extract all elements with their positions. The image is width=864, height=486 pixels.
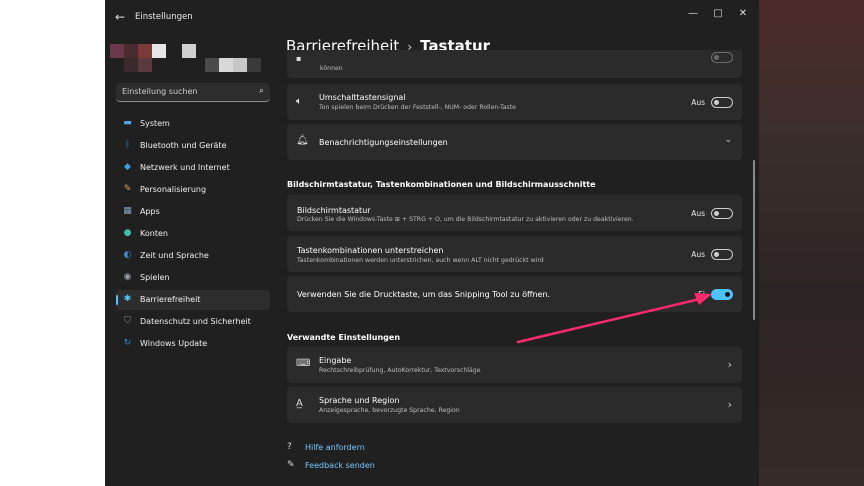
eingabe-title: Eingabe [319,356,352,365]
hilfe-link[interactable]: Hilfe anfordern [305,443,365,452]
card-drucktaste-snipping: Verwenden Sie die Drucktaste, um das Sni… [287,276,742,312]
sidebar-item-personalisierung[interactable]: ✎ Personalisierung [116,180,270,200]
search-placeholder: Einstellung suchen [122,87,198,96]
app-title: Einstellungen [135,12,193,22]
sidebar-item-label: Apps [140,207,160,216]
brush-icon: ✎ [123,184,132,194]
gamepad-icon: ◉ [123,272,132,282]
card-benachrichtigung[interactable]: 🔔︎ Benachrichtigungseinstellungen ⌄ [287,124,742,160]
feedback-icon: ✎ [287,460,295,470]
monitor-icon: ▬ [123,118,132,128]
card-eingabe[interactable]: ⌨ Eingabe Rechtschreibprüfung, AutoKorre… [287,347,742,383]
minimize-button[interactable]: — [683,8,703,19]
settings-window: ← Einstellungen — □ ✕ Einstellung suchen… [105,0,759,486]
sidebar-item-datenschutz-und-sicherheit[interactable]: ⛉ Datenschutz und Sicherheit [116,312,270,332]
globe-clock-icon: ◐ [123,250,132,260]
speaker-icon: 🔈︎ [296,96,302,107]
unterstreichen-subtitle: Tastenkombinationen werden unterstrichen… [297,257,544,264]
sidebar-item-label: Netzwerk und Internet [140,163,230,172]
partial-subtitle: können [320,65,343,72]
bildschirmtastatur-subtitle: Drücken Sie die Windows-Taste ⊞ + STRG +… [297,216,634,223]
search-icon[interactable]: ⌕ [259,86,264,96]
drucktaste-title: Verwenden Sie die Drucktaste, um das Sni… [297,290,551,299]
sidebar-item-label: Personalisierung [140,185,207,194]
feedback-link[interactable]: Feedback senden [305,461,375,470]
sidebar-item-label: Barrierefreiheit [140,295,201,304]
chevron-right-icon[interactable]: › [728,398,732,411]
sidebar-item-label: Konten [140,229,168,238]
sidebar-item-spielen[interactable]: ◉ Spielen [116,268,270,288]
update-icon: ↻ [123,338,132,348]
maximize-button[interactable]: □ [708,8,728,19]
partial-toggle[interactable] [711,52,733,63]
card-bildschirmtastatur: Bildschirmtastatur Drücken Sie die Windo… [287,195,742,231]
sidebar-item-label: Windows Update [140,339,208,348]
unterstreichen-toggle[interactable] [711,249,733,260]
drucktaste-state: Ei [698,290,705,299]
bluetooth-icon: ᛒ [124,140,131,150]
sidebar-item-bluetooth-und-geräte[interactable]: ᛒ Bluetooth und Geräte [116,136,270,156]
language-icon: A̲ [296,398,303,409]
shield-icon: ⛉ [124,316,131,326]
apps-icon: ▦ [123,206,132,216]
bell-icon: 🔔︎ [296,135,309,146]
desktop-right [759,0,864,486]
bildschirmtastatur-toggle[interactable] [711,208,733,219]
umschalt-title: Umschalttastensignal [319,93,406,102]
umschalt-state: Aus [691,98,705,107]
card-sprache-region[interactable]: A̲ Sprache und Region Anzeigesprache, be… [287,387,742,423]
card-umschalttastensignal: 🔈︎ Umschalttastensignal Ton spielen beim… [287,84,742,120]
card-partial-top: können ▪ [287,50,742,78]
sidebar-item-label: Datenschutz und Sicherheit [140,317,251,326]
back-button[interactable]: ← [115,10,125,24]
umschalt-subtitle: Ton spielen beim Drücken der Feststell-,… [319,104,516,111]
sidebar-item-konten[interactable]: ● Konten [116,224,270,244]
scrollbar[interactable] [753,160,755,320]
close-button[interactable]: ✕ [733,8,753,19]
sidebar-item-apps[interactable]: ▦ Apps [116,202,270,222]
sidebar-item-windows-update[interactable]: ↻ Windows Update [116,334,270,354]
drucktaste-toggle[interactable] [711,289,733,300]
sidebar-item-label: Zeit und Sprache [140,251,209,260]
wifi-icon: ◆ [124,162,131,172]
sidebar-item-zeit-und-sprache[interactable]: ◐ Zeit und Sprache [116,246,270,266]
sidebar-item-label: System [140,119,170,128]
sidebar-item-label: Bluetooth und Geräte [140,141,227,150]
sprache-title: Sprache und Region [319,396,400,405]
sidebar-item-system[interactable]: ▬ System [116,114,270,134]
chevron-right-icon[interactable]: › [728,358,732,371]
eingabe-subtitle: Rechtschreibprüfung, AutoKorrektur, Text… [319,367,481,374]
keyboard-icon: ⌨ [296,358,311,369]
desktop-left [0,0,105,486]
sidebar-item-label: Spielen [140,273,170,282]
chevron-down-icon[interactable]: ⌄ [724,135,732,145]
section-verwandt-heading: Verwandte Einstellungen [287,333,401,342]
title-bar: ← Einstellungen — □ ✕ [105,0,759,34]
section-bildschirm-heading: Bildschirmtastatur, Tastenkombinationen … [287,180,596,189]
bildschirmtastatur-title: Bildschirmtastatur [297,206,371,215]
card-tastenkombinationen-unterstreichen: Tastenkombinationen unterstreichen Taste… [287,236,742,272]
partial-card-icon: ▪ [296,54,302,63]
sidebar-item-barrierefreiheit[interactable]: ✱ Barrierefreiheit [116,290,270,310]
sidebar-nav: ▬ System ᛒ Bluetooth und Geräte ◆ Netzwerk un… [116,114,270,356]
search-input[interactable]: Einstellung suchen ⌕ [116,83,270,102]
sidebar-item-netzwerk-und-internet[interactable]: ◆ Netzwerk und Internet [116,158,270,178]
benachrichtigung-title: Benachrichtigungseinstellungen [319,138,448,147]
unterstreichen-state: Aus [691,250,705,259]
person-icon: ● [123,228,132,238]
accessibility-icon: ✱ [123,294,132,304]
umschalt-toggle[interactable] [711,97,733,108]
bildschirmtastatur-state: Aus [691,209,705,218]
sprache-subtitle: Anzeigesprache, bevorzugte Sprache, Regi… [319,407,460,414]
help-icon: ? [287,442,292,452]
unterstreichen-title: Tastenkombinationen unterstreichen [297,246,444,255]
